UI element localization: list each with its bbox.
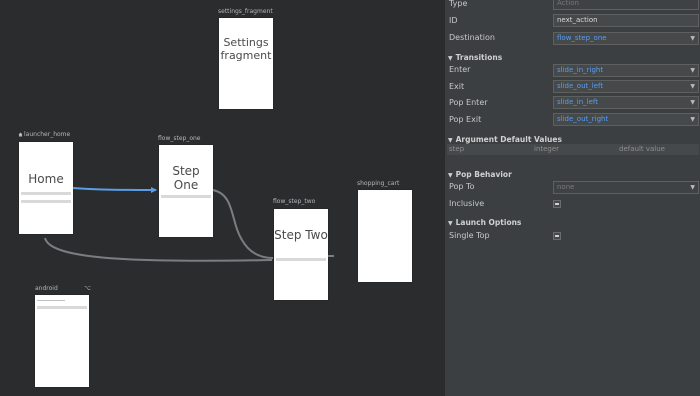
- collapse-triangle-icon: ▼: [448, 220, 453, 227]
- launch-options-section-header[interactable]: ▼ Launch Options: [448, 218, 521, 227]
- exit-label: Exit: [449, 82, 465, 91]
- arguments-table-header: step integer default value: [447, 144, 699, 155]
- pop-enter-label: Pop Enter: [449, 98, 488, 107]
- action-edge-home-to-step-one: [72, 187, 157, 191]
- destination-label-step-one: flow_step_one: [158, 135, 201, 142]
- chevron-down-icon: ▼: [690, 99, 695, 106]
- column-header-step: step: [449, 145, 465, 153]
- mini-text-line: [37, 300, 65, 301]
- single-top-label: Single Top: [449, 231, 490, 240]
- nested-graph-icon: ⌥: [84, 285, 91, 292]
- inclusive-row: Inclusive: [445, 197, 700, 213]
- chevron-down-icon: ▼: [690, 83, 695, 90]
- destination-label-android: android: [35, 285, 58, 292]
- destination-launcher-home[interactable]: Home: [19, 142, 73, 234]
- column-header-default: default value: [619, 145, 665, 153]
- type-row: Type Action: [445, 0, 700, 13]
- destination-shopping-cart[interactable]: [358, 190, 412, 282]
- inclusive-checkbox[interactable]: [553, 200, 561, 208]
- inclusive-label: Inclusive: [449, 199, 485, 208]
- chevron-down-icon: ▼: [690, 184, 695, 191]
- destination-dropdown[interactable]: flow_step_one ▼: [553, 32, 699, 45]
- mini-button: [276, 258, 326, 261]
- action-edge-step-one-to-step-two: [212, 189, 274, 259]
- collapse-triangle-icon: ▼: [448, 137, 453, 144]
- mini-button: [21, 192, 71, 195]
- pop-enter-dropdown[interactable]: slide_in_left ▼: [553, 96, 699, 109]
- exit-dropdown[interactable]: slide_out_left ▼: [553, 80, 699, 93]
- attributes-panel: Type Action ID next_action Destination f…: [444, 0, 700, 396]
- destination-row: Destination flow_step_one ▼: [445, 31, 700, 47]
- chevron-down-icon: ▼: [690, 35, 695, 42]
- destination-label-cart: shopping_cart: [357, 180, 400, 187]
- arguments-section-header[interactable]: ▼ Argument Default Values: [448, 135, 562, 144]
- enter-row: Enter slide_in_right ▼: [445, 63, 700, 79]
- destination-title: Step One: [172, 164, 200, 192]
- destination-flow-step-one[interactable]: Step One: [159, 145, 213, 237]
- chevron-down-icon: ▼: [690, 116, 695, 123]
- id-row: ID next_action: [445, 14, 700, 30]
- action-edge-arrowhead: [151, 187, 157, 193]
- single-top-row: Single Top: [445, 229, 700, 245]
- transitions-section-header[interactable]: ▼ Transitions: [448, 53, 502, 62]
- column-header-type: integer: [534, 145, 560, 153]
- destination-title: Settings fragment: [220, 36, 272, 62]
- pop-behavior-section-header[interactable]: ▼ Pop Behavior: [448, 170, 512, 179]
- exit-row: Exit slide_out_left ▼: [445, 80, 700, 96]
- pop-enter-row: Pop Enter slide_in_left ▼: [445, 96, 700, 112]
- destination-title: Home: [28, 172, 64, 186]
- pop-exit-dropdown[interactable]: slide_out_right ▼: [553, 113, 699, 126]
- type-field: Action: [553, 0, 699, 10]
- destination-label: Destination: [449, 33, 495, 42]
- start-destination-home-icon: [18, 132, 23, 137]
- mini-button: [37, 306, 87, 309]
- type-label: Type: [449, 0, 468, 8]
- id-label: ID: [449, 16, 458, 25]
- mini-button: [161, 195, 211, 198]
- enter-dropdown[interactable]: slide_in_right ▼: [553, 64, 699, 77]
- destination-title: Step Two: [274, 228, 328, 242]
- pop-exit-label: Pop Exit: [449, 115, 482, 124]
- enter-label: Enter: [449, 65, 471, 74]
- collapse-triangle-icon: ▼: [448, 172, 453, 179]
- single-top-checkbox[interactable]: [553, 232, 561, 240]
- pop-to-label: Pop To: [449, 182, 475, 191]
- mini-button: [21, 200, 71, 203]
- destination-android[interactable]: [35, 295, 89, 387]
- destination-label-home: launcher_home: [18, 131, 70, 138]
- chevron-down-icon: ▼: [690, 67, 695, 74]
- destination-label-settings: settings_fragment: [218, 8, 273, 15]
- pop-to-row: Pop To none ▼: [445, 180, 700, 196]
- destination-settings-fragment[interactable]: Settings fragment: [219, 18, 273, 109]
- destination-flow-step-two[interactable]: Step Two: [274, 209, 328, 300]
- destination-label-step-two: flow_step_two: [273, 198, 316, 205]
- pop-to-dropdown[interactable]: none ▼: [553, 181, 699, 194]
- action-edge-home-to-step-two: [44, 237, 273, 262]
- navigation-graph-canvas[interactable]: settings_fragment Settings fragment laun…: [0, 0, 444, 396]
- pop-exit-row: Pop Exit slide_out_right ▼: [445, 113, 700, 129]
- id-input[interactable]: next_action: [553, 14, 699, 27]
- collapse-triangle-icon: ▼: [448, 55, 453, 62]
